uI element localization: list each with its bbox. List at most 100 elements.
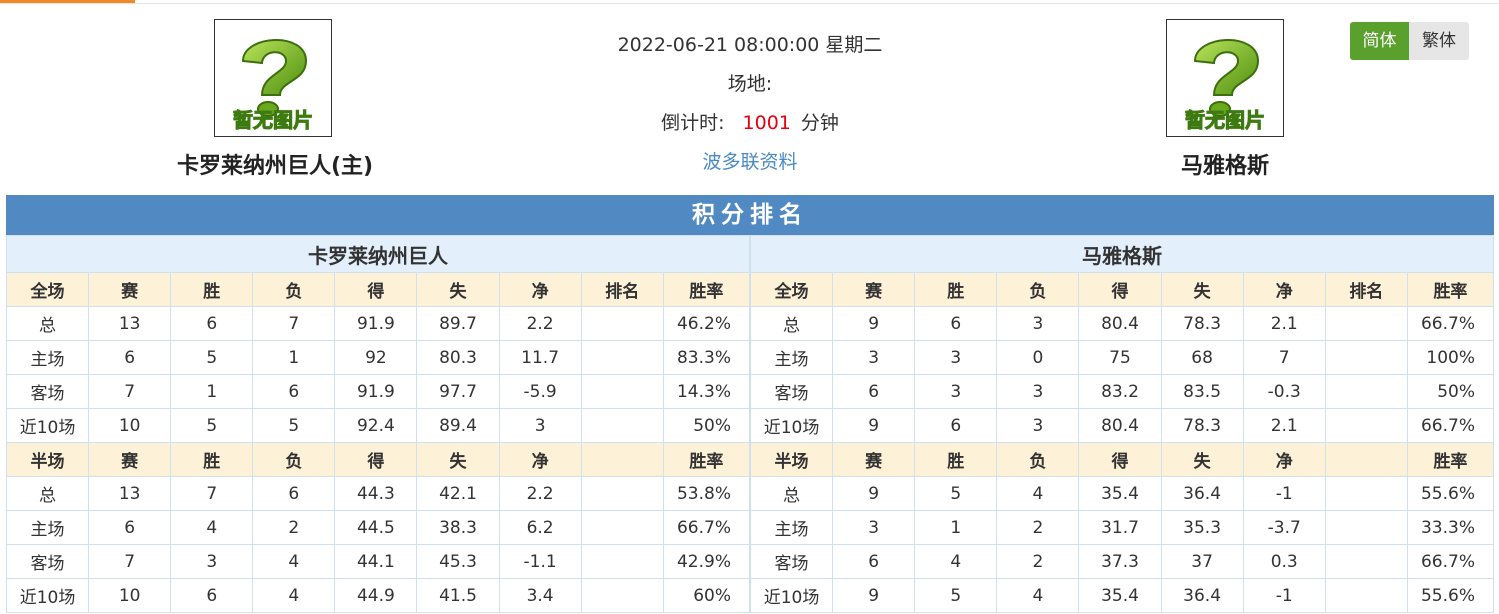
table-cell: 4 [996, 578, 1080, 613]
row-label: 总 [749, 306, 834, 341]
table-cell: 78.3 [1160, 408, 1244, 443]
table-cell: 44.1 [334, 544, 418, 579]
row-label: 近10场 [5, 408, 90, 443]
home-standings-team: 卡罗莱纳州巨人 [6, 235, 750, 273]
table-row: 客场 6 4 2 37.3 37 0.3 66.7% [749, 544, 1495, 579]
table-cell [580, 408, 664, 443]
table-cell: 7 [170, 476, 254, 511]
row-label: 客场 [749, 544, 834, 579]
column-header: 胜 [170, 272, 254, 307]
standings-header-row: 全场赛胜负得失净排名 胜率 [5, 272, 751, 307]
table-cell: 42.1 [416, 476, 500, 511]
table-cell: -0.3 [1242, 374, 1326, 409]
table-cell: 3 [170, 544, 254, 579]
table-cell: 4 [252, 578, 336, 613]
table-cell: 7 [1242, 340, 1326, 375]
row-label: 主场 [5, 510, 90, 545]
table-cell: -1 [1242, 578, 1326, 613]
row-label: 近10场 [749, 408, 834, 443]
row-label: 主场 [749, 340, 834, 375]
table-cell: 14.3% [662, 374, 751, 409]
table-cell: 92 [334, 340, 418, 375]
column-header [580, 442, 664, 477]
table-cell: 31.7 [1078, 510, 1162, 545]
traditional-chinese-button[interactable]: 繁体 [1409, 22, 1469, 60]
table-cell: 44.3 [334, 476, 418, 511]
table-cell [1324, 544, 1408, 579]
table-cell: 60% [662, 578, 751, 613]
table-cell: 11.7 [498, 340, 582, 375]
column-header: 净 [498, 272, 582, 307]
table-cell: 44.9 [334, 578, 418, 613]
column-header: 赛 [88, 272, 172, 307]
active-tab-indicator [0, 0, 135, 3]
column-header: 赛 [832, 442, 916, 477]
table-cell: 80.4 [1078, 306, 1162, 341]
table-cell: 6 [170, 578, 254, 613]
standings-section: 积分排名 卡罗莱纳州巨人 全场赛胜负得失净排名 胜率总 13 6 7 91.9 89.7 2.… [5, 195, 1495, 613]
table-cell: 2.1 [1242, 306, 1326, 341]
column-header: 胜率 [1406, 442, 1495, 477]
row-label: 总 [5, 306, 90, 341]
column-header: 失 [1160, 442, 1244, 477]
table-cell: 10 [88, 408, 172, 443]
table-row: 总 13 7 6 44.3 42.1 2.2 53.8% [5, 476, 751, 511]
table-cell: 13 [88, 476, 172, 511]
table-cell: 7 [252, 306, 336, 341]
league-info-link[interactable]: 波多联资料 [560, 147, 940, 174]
standings-header-row: 半场赛胜负得失净 胜率 [749, 442, 1495, 477]
table-cell: 66.7% [1406, 544, 1495, 579]
table-cell: 3 [996, 374, 1080, 409]
league-info-link-text[interactable]: 波多联资料 [702, 151, 797, 173]
away-standings-team: 马雅格斯 [750, 235, 1494, 273]
table-cell [1324, 510, 1408, 545]
table-row: 主场 3 3 0 75 68 7 100% [749, 340, 1495, 375]
table-cell: 6 [88, 340, 172, 375]
column-header: 失 [416, 442, 500, 477]
table-cell: 66.7% [1406, 408, 1495, 443]
table-cell: 97.7 [416, 374, 500, 409]
column-header: 赛 [88, 442, 172, 477]
column-header: 半场 [749, 442, 834, 477]
table-cell: 6 [170, 306, 254, 341]
table-cell: 3.4 [498, 578, 582, 613]
column-header: 失 [1160, 272, 1244, 307]
table-cell: 5 [170, 408, 254, 443]
no-image-placeholder-icon: 暂无图片 [1185, 39, 1266, 133]
row-label: 主场 [749, 510, 834, 545]
column-header: 全场 [5, 272, 90, 307]
table-cell: 9 [832, 476, 916, 511]
table-cell: 35.4 [1078, 476, 1162, 511]
table-cell: 3 [498, 408, 582, 443]
table-cell: 37.3 [1078, 544, 1162, 579]
column-header: 失 [416, 272, 500, 307]
table-cell: 36.4 [1160, 476, 1244, 511]
table-cell: 4 [996, 476, 1080, 511]
table-row: 近10场 9 6 3 80.4 78.3 2.1 66.7% [749, 408, 1495, 443]
table-cell: 6 [88, 510, 172, 545]
column-header: 赛 [832, 272, 916, 307]
table-cell: 66.7% [662, 510, 751, 545]
table-row: 主场 3 1 2 31.7 35.3 -3.7 33.3% [749, 510, 1495, 545]
table-cell: 75 [1078, 340, 1162, 375]
row-label: 客场 [5, 374, 90, 409]
column-header: 负 [996, 272, 1080, 307]
table-cell: 6 [832, 544, 916, 579]
table-cell: 5 [914, 476, 998, 511]
table-cell: 35.4 [1078, 578, 1162, 613]
table-row: 客场 6 3 3 83.2 83.5 -0.3 50% [749, 374, 1495, 409]
table-row: 总 13 6 7 91.9 89.7 2.2 46.2% [5, 306, 751, 341]
table-cell: 46.2% [662, 306, 751, 341]
table-cell: 55.6% [1406, 578, 1495, 613]
logo-text: 暂无图片 [1185, 108, 1265, 132]
table-cell: 7 [88, 374, 172, 409]
table-cell [1324, 306, 1408, 341]
simplified-chinese-button[interactable]: 简体 [1350, 22, 1409, 60]
table-cell: 100% [1406, 340, 1495, 375]
table-cell: 5 [914, 578, 998, 613]
table-cell: 2 [252, 510, 336, 545]
table-cell: 42.9% [662, 544, 751, 579]
no-image-placeholder-icon: 暂无图片 [233, 39, 314, 133]
table-cell: 4 [914, 544, 998, 579]
table-cell: 44.5 [334, 510, 418, 545]
